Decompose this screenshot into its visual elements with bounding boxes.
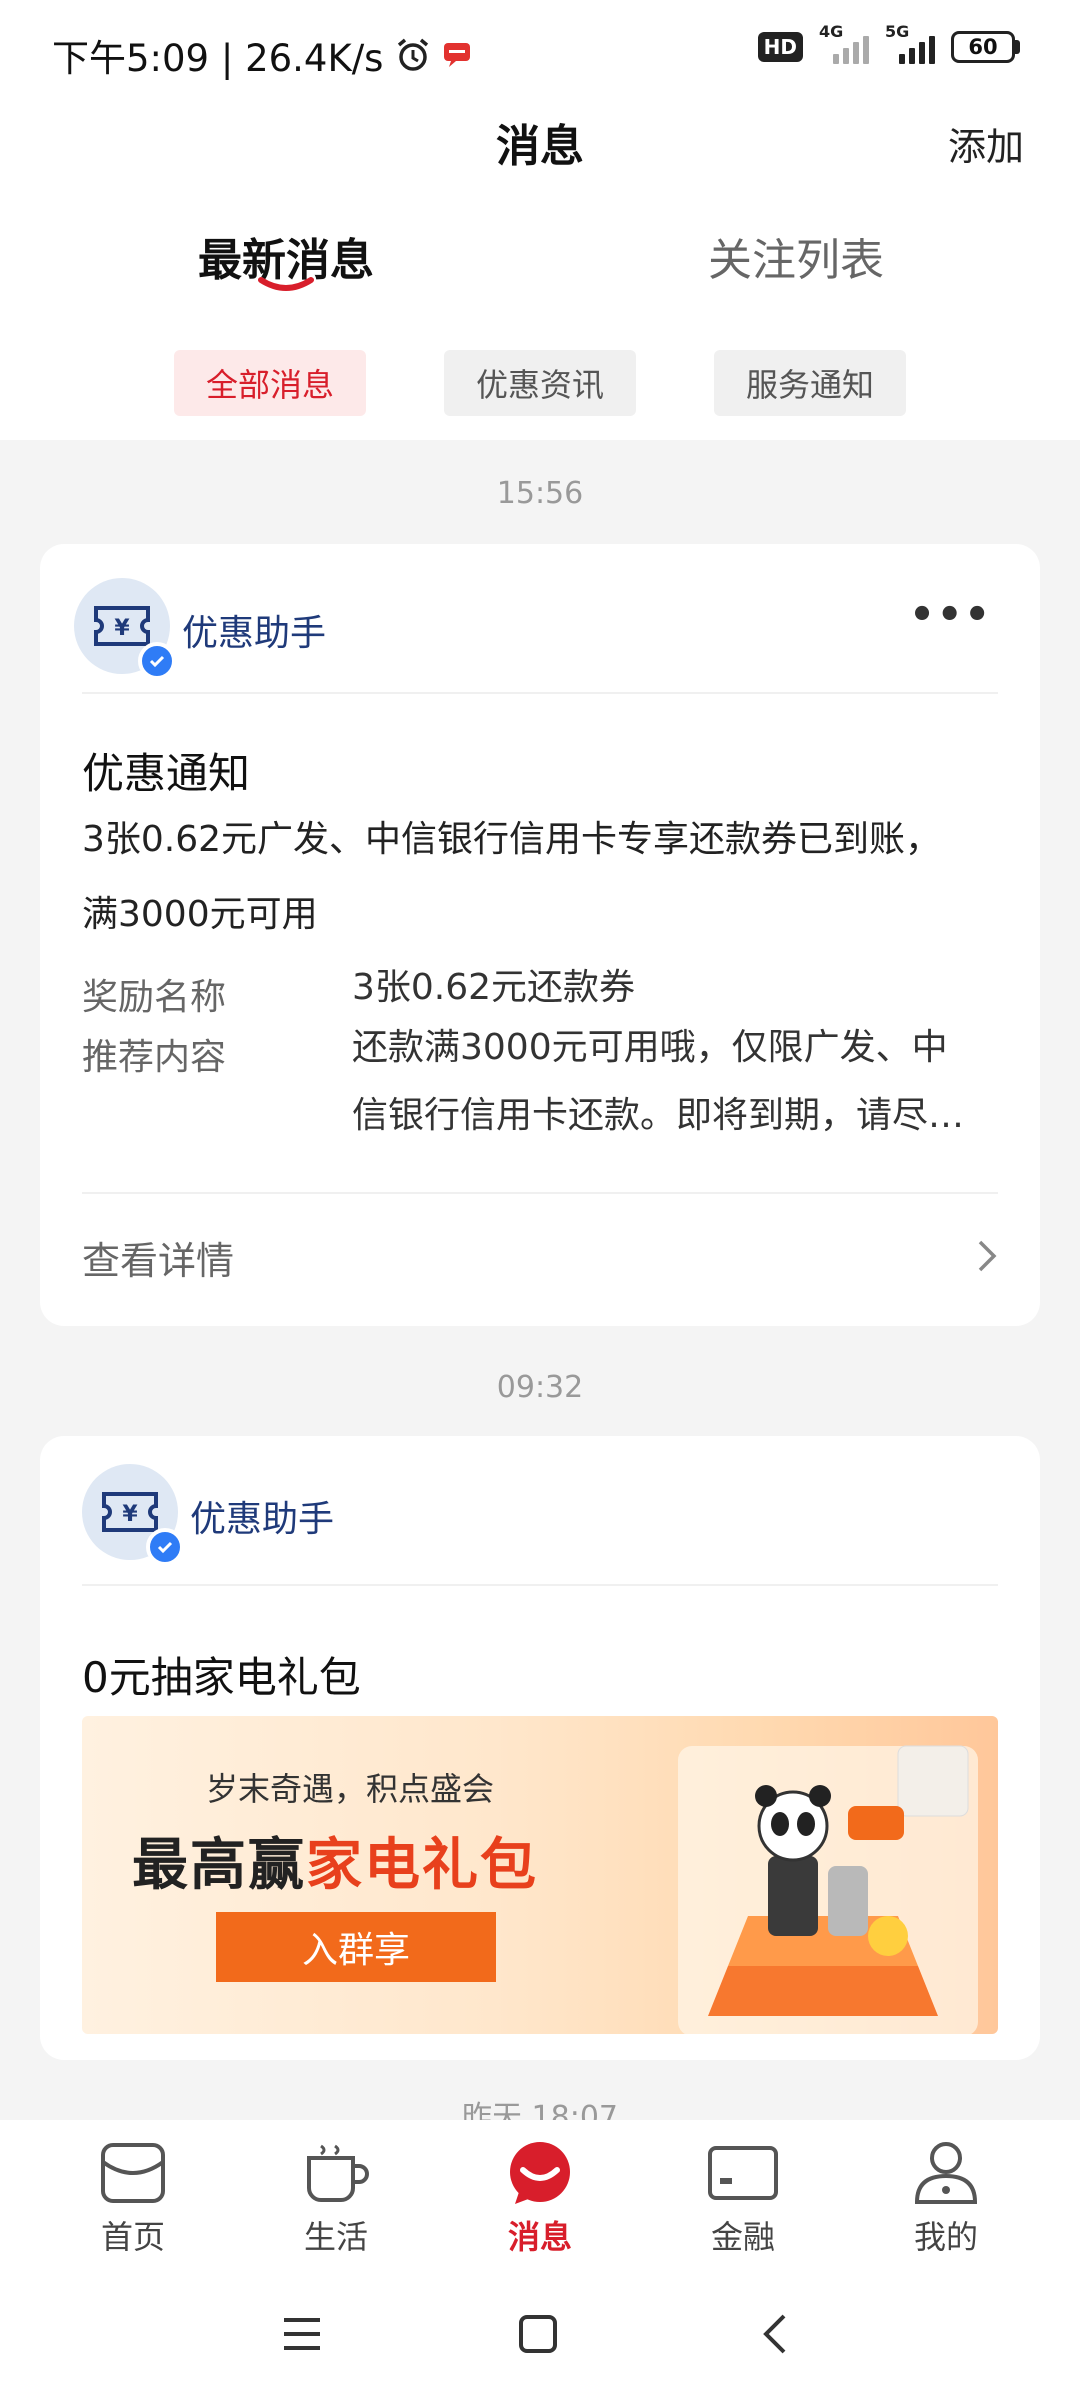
signal-5g-icon: 5G xyxy=(885,22,935,64)
tab-follow-list[interactable]: 关注列表 xyxy=(708,224,884,288)
filter-promotions[interactable]: 优惠资讯 xyxy=(444,350,636,416)
svg-text:¥: ¥ xyxy=(122,1502,138,1527)
signal-4g-icon: 4G xyxy=(819,22,869,64)
profile-icon xyxy=(914,2142,978,2204)
svg-text:¥: ¥ xyxy=(114,616,130,641)
menu-icon[interactable] xyxy=(282,2314,322,2354)
nav-finance[interactable]: 金融 xyxy=(673,2140,813,2258)
more-options-icon[interactable]: ••• xyxy=(909,592,992,638)
message-title: 0元抽家电礼包 xyxy=(82,1653,361,1702)
join-group-button[interactable]: 入群享 xyxy=(216,1912,496,1982)
coupon-icon: ¥ xyxy=(102,1492,158,1532)
recommend-label: 推荐内容 xyxy=(82,1037,227,1078)
card-icon xyxy=(708,2146,778,2200)
divider xyxy=(82,1584,998,1586)
promo-banner[interactable]: 岁末奇遇，积点盛会 最高赢家电礼包 入群享 xyxy=(82,1716,998,2034)
verified-icon xyxy=(146,1528,184,1566)
verified-icon xyxy=(138,642,176,680)
message-card[interactable]: ¥ 优惠助手 ••• 优惠通知 3张0.62元广发、中信银行信用卡专享还款券已到… xyxy=(40,544,1040,1326)
battery-icon: 60 xyxy=(951,31,1020,63)
page-title: 消息 xyxy=(496,121,584,172)
bottom-navigation: 首页 生活 消息 金融 我的 xyxy=(0,2120,1080,2270)
cup-icon xyxy=(307,2144,369,2202)
reward-name-value: 3张0.62元还款券 xyxy=(352,967,636,1008)
message-time: 09:32 xyxy=(496,1370,584,1405)
tab-indicator xyxy=(258,277,314,291)
nav-home[interactable]: 首页 xyxy=(63,2140,203,2258)
nav-messages[interactable]: 消息 xyxy=(470,2140,610,2258)
filter-all-messages[interactable]: 全部消息 xyxy=(174,350,366,416)
back-icon[interactable] xyxy=(756,2314,796,2354)
message-body-line2: 满3000元可用 xyxy=(82,894,318,935)
alarm-icon xyxy=(395,37,431,73)
message-time: 15:56 xyxy=(496,476,584,511)
reward-name-label: 奖励名称 xyxy=(82,977,227,1018)
banner-subtitle: 岁末奇遇，积点盛会 xyxy=(206,1770,495,1808)
add-button[interactable]: 添加 xyxy=(948,116,1024,171)
filter-service-notices[interactable]: 服务通知 xyxy=(714,350,906,416)
recommend-value-line2: 信银行信用卡还款。即将到期，请尽… xyxy=(352,1095,965,1136)
divider xyxy=(82,692,998,694)
sender-name[interactable]: 优惠助手 xyxy=(190,1490,334,1542)
nav-life[interactable]: 生活 xyxy=(266,2140,406,2258)
status-time: 下午5:09 | 26.4K/s xyxy=(52,37,384,80)
banner-headline: 最高赢家电礼包 xyxy=(132,1833,538,1898)
recommend-value-line1: 还款满3000元可用哦，仅限广发、中 xyxy=(352,1027,948,1068)
nav-profile[interactable]: 我的 xyxy=(876,2140,1016,2258)
chevron-right-icon[interactable] xyxy=(974,1236,1000,1276)
home-square-icon[interactable] xyxy=(518,2314,558,2354)
divider xyxy=(82,1192,998,1194)
appliance-gift-illustration xyxy=(678,1745,978,2034)
view-details-link[interactable]: 查看详情 xyxy=(82,1230,234,1285)
hd-icon: HD xyxy=(757,32,803,62)
status-bar: 下午5:09 | 26.4K/s HD 4G 5G 60 xyxy=(0,0,1080,100)
sender-avatar[interactable]: ¥ xyxy=(82,1464,184,1566)
message-body-line1: 3张0.62元广发、中信银行信用卡专享还款券已到账， xyxy=(82,819,942,860)
message-title: 优惠通知 xyxy=(82,749,251,798)
sender-avatar[interactable]: ¥ xyxy=(74,578,176,680)
home-icon xyxy=(101,2143,165,2203)
message-card[interactable]: ¥ 优惠助手 0元抽家电礼包 岁末奇遇，积点盛会 最高赢家电礼包 入群享 xyxy=(40,1436,1040,2060)
message-icon xyxy=(510,2142,570,2204)
app-notification-icon xyxy=(443,42,471,68)
system-navigation-bar xyxy=(0,2270,1080,2400)
coupon-icon: ¥ xyxy=(94,606,150,646)
sender-name[interactable]: 优惠助手 xyxy=(182,604,326,656)
